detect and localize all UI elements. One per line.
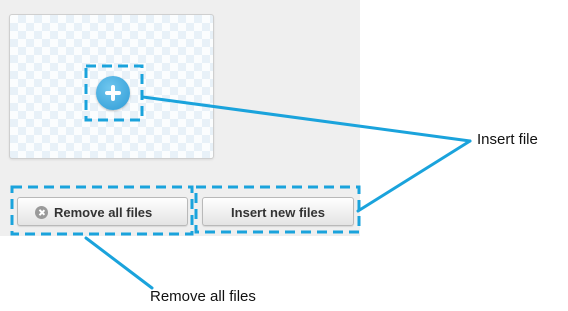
callout-insert-file: Insert file <box>477 131 538 148</box>
insert-new-files-label: Insert new files <box>231 205 325 220</box>
file-manager-panel: Remove all files Insert new files <box>0 0 360 236</box>
remove-all-files-button[interactable]: Remove all files <box>17 197 188 226</box>
insert-new-files-button[interactable]: Insert new files <box>202 197 354 226</box>
remove-all-files-label: Remove all files <box>54 205 153 220</box>
remove-circle-icon <box>35 206 48 219</box>
leader-line-insert <box>356 139 472 213</box>
add-file-icon[interactable] <box>96 76 130 110</box>
callout-remove-all-files: Remove all files <box>150 288 256 305</box>
leader-line-remove <box>84 236 154 290</box>
